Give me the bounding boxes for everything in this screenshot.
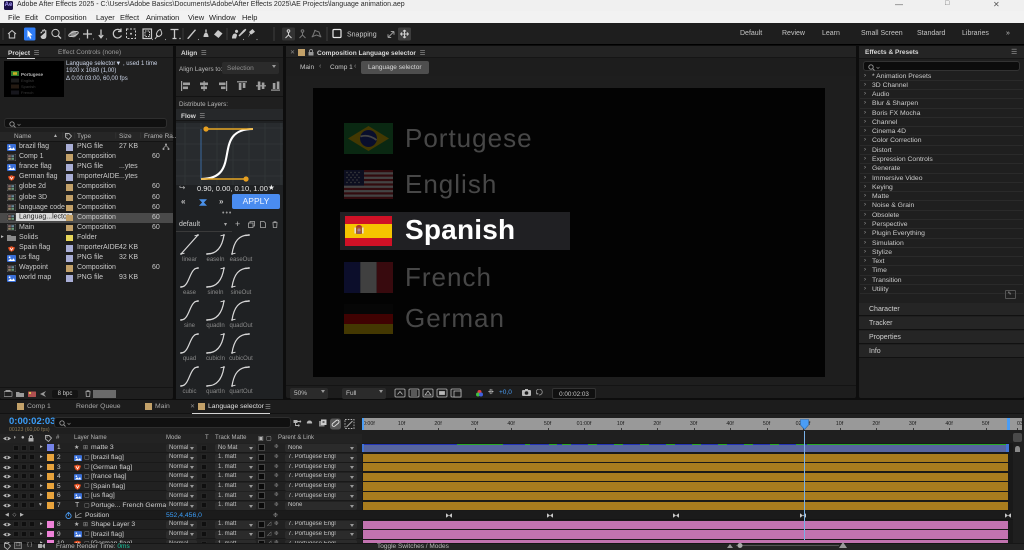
svg-text:Portugese: Portugese (21, 72, 44, 77)
svg-text:Spanish: Spanish (21, 84, 35, 89)
svg-text:English: English (21, 78, 34, 83)
svg-text:Snapping: Snapping (347, 32, 377, 39)
svg-text:French: French (21, 90, 33, 95)
